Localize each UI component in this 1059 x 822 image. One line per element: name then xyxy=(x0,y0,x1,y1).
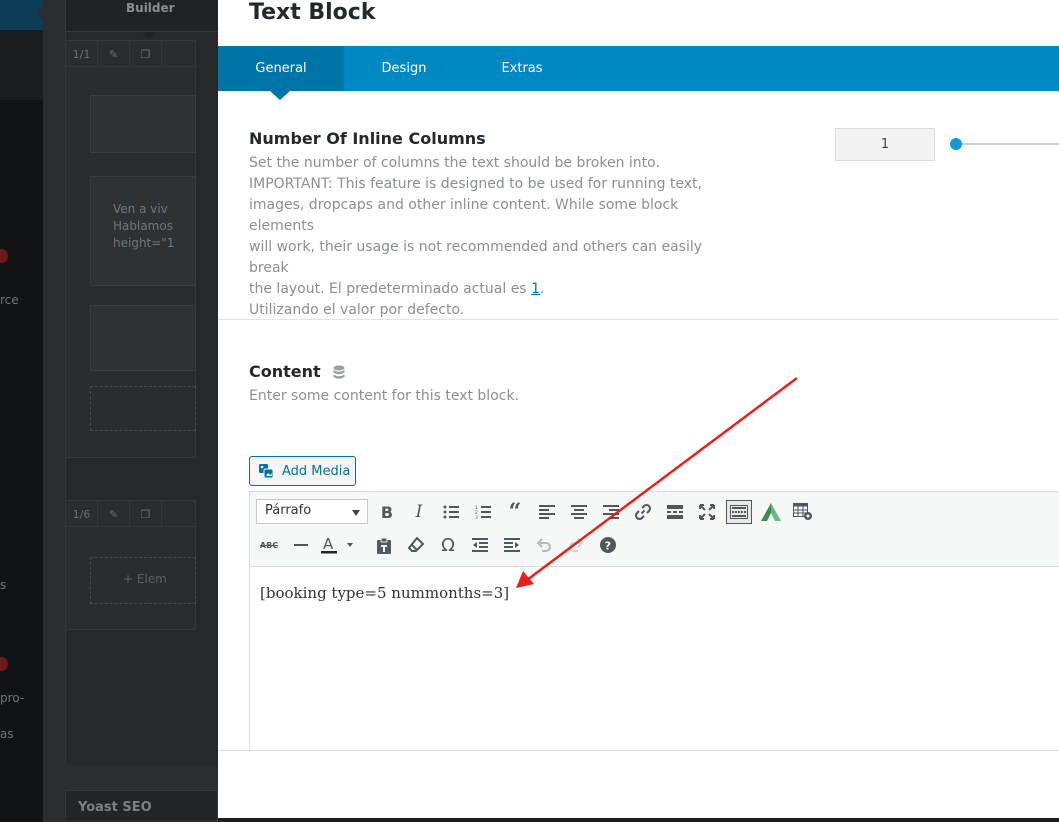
annotation-arrow xyxy=(516,376,798,588)
